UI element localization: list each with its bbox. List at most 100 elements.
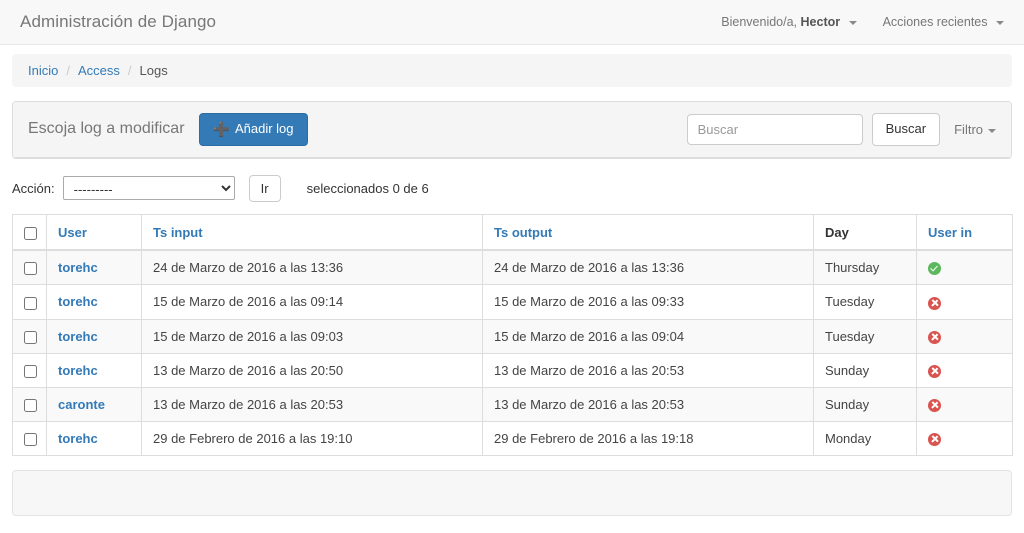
site-brand[interactable]: Administración de Django xyxy=(20,12,216,32)
action-bar: Acción: --------- Ir seleccionados 0 de … xyxy=(0,159,1024,214)
top-navbar: Administración de Django Bienvenido/a, H… xyxy=(0,0,1024,45)
breadcrumb: Inicio / Access / Logs xyxy=(12,54,1012,87)
cell-ts-output: 15 de Marzo de 2016 a las 09:04 xyxy=(482,319,814,354)
search-group: Buscar Filtro xyxy=(686,113,996,146)
cell-day: Thursday xyxy=(813,250,917,286)
cell-ts-input: 13 de Marzo de 2016 a las 20:53 xyxy=(141,387,483,422)
user-link[interactable]: torehc xyxy=(58,260,98,275)
cell-ts-input: 15 de Marzo de 2016 a las 09:14 xyxy=(141,284,483,320)
user-link[interactable]: torehc xyxy=(58,329,98,344)
chevron-down-icon xyxy=(996,20,1004,25)
navbar-right-group: Bienvenido/a, Hector Acciones recientes xyxy=(721,15,1004,29)
page-title: Escoja log a modificar xyxy=(28,120,185,138)
row-select-cell xyxy=(12,250,47,286)
cell-ts-input: 15 de Marzo de 2016 a las 09:03 xyxy=(141,319,483,354)
footer-panel xyxy=(12,469,1012,516)
breadcrumb-separator: / xyxy=(127,63,132,78)
chevron-down-icon xyxy=(988,128,996,133)
select-all-checkbox[interactable] xyxy=(24,226,37,240)
row-select-checkbox[interactable] xyxy=(24,262,37,276)
user-link[interactable]: torehc xyxy=(58,363,98,378)
table-row: torehc 29 de Febrero de 2016 a las 19:10 2… xyxy=(12,421,1013,456)
cell-day: Sunday xyxy=(813,353,917,388)
row-select-cell xyxy=(12,284,47,320)
cell-user-in xyxy=(916,353,1013,388)
cell-day: Monday xyxy=(813,421,917,456)
user-link[interactable]: caronte xyxy=(58,397,105,412)
cross-circle-icon xyxy=(928,296,941,310)
cell-ts-input: 29 de Febrero de 2016 a las 19:10 xyxy=(141,421,483,456)
table-row: caronte 13 de Marzo de 2016 a las 20:53 13… xyxy=(12,387,1013,422)
filter-dropdown[interactable]: Filtro xyxy=(949,122,996,137)
cross-circle-icon xyxy=(928,432,941,446)
cell-ts-input: 13 de Marzo de 2016 a las 20:50 xyxy=(141,353,483,388)
logs-table: User Ts input Ts output Day User in tore… xyxy=(12,213,1013,456)
breadcrumb-home[interactable]: Inicio xyxy=(28,63,58,78)
breadcrumb-separator: / xyxy=(66,63,70,78)
breadcrumb-wrapper: Inicio / Access / Logs xyxy=(0,45,1024,87)
cell-user: torehc xyxy=(46,421,142,456)
column-header-user-in[interactable]: User in xyxy=(916,214,1013,252)
selection-counter: seleccionados 0 de 6 xyxy=(306,180,429,196)
filter-label: Filtro xyxy=(954,121,983,137)
row-select-cell xyxy=(12,421,47,456)
row-select-cell xyxy=(12,387,47,422)
table-row: torehc 24 de Marzo de 2016 a las 13:36 24 … xyxy=(12,250,1013,286)
welcome-text: Bienvenido/a, xyxy=(721,15,798,29)
changelist-panel: Escoja log a modificar ➕ Añadir log Busca… xyxy=(12,101,1012,159)
cell-day: Tuesday xyxy=(813,284,917,320)
cross-circle-icon xyxy=(928,364,941,378)
user-link[interactable]: torehc xyxy=(58,294,98,309)
cell-user: torehc xyxy=(46,353,142,388)
row-select-cell xyxy=(12,353,47,388)
user-link[interactable]: torehc xyxy=(58,431,98,446)
action-select[interactable]: --------- xyxy=(62,176,235,201)
cell-ts-output: 13 de Marzo de 2016 a las 20:53 xyxy=(482,387,814,422)
column-header-ts-output[interactable]: Ts output xyxy=(482,214,814,252)
cell-ts-output: 13 de Marzo de 2016 a las 20:53 xyxy=(482,353,814,388)
search-submit-button[interactable]: Buscar xyxy=(871,113,941,146)
add-log-button[interactable]: ➕ Añadir log xyxy=(198,113,308,146)
column-header-ts-input[interactable]: Ts input xyxy=(141,214,483,252)
cell-ts-output: 29 de Febrero de 2016 a las 19:18 xyxy=(482,421,814,456)
table-row: torehc 13 de Marzo de 2016 a las 20:50 13 … xyxy=(12,353,1013,388)
table-head: User Ts input Ts output Day User in xyxy=(12,214,1013,252)
cell-day: Sunday xyxy=(813,387,917,422)
select-all-header xyxy=(12,214,47,252)
action-go-button[interactable]: Ir xyxy=(248,174,281,202)
check-circle-icon xyxy=(928,262,941,276)
recent-actions-label: Acciones recientes xyxy=(882,15,988,29)
breadcrumb-current: Logs xyxy=(139,63,168,78)
row-select-checkbox[interactable] xyxy=(24,432,37,446)
row-select-checkbox[interactable] xyxy=(24,330,37,344)
table-header-row: User Ts input Ts output Day User in xyxy=(12,214,1013,252)
row-select-checkbox[interactable] xyxy=(24,364,37,378)
cell-user: torehc xyxy=(46,319,142,354)
table-row: torehc 15 de Marzo de 2016 a las 09:14 15 … xyxy=(12,284,1013,320)
add-log-label: Añadir log xyxy=(234,121,294,136)
row-select-checkbox[interactable] xyxy=(24,398,37,412)
breadcrumb-app[interactable]: Access xyxy=(78,63,120,78)
table-body: torehc 24 de Marzo de 2016 a las 13:36 24 … xyxy=(12,250,1013,456)
cell-ts-input: 24 de Marzo de 2016 a las 13:36 xyxy=(141,250,483,286)
cell-user-in xyxy=(916,319,1013,354)
cross-circle-icon xyxy=(928,330,941,344)
row-select-cell xyxy=(12,319,47,354)
cell-user: caronte xyxy=(46,387,142,422)
username-label: Hector xyxy=(800,15,841,29)
chevron-down-icon xyxy=(848,20,857,25)
results-table-wrapper: User Ts input Ts output Day User in tore… xyxy=(12,213,1013,456)
panel-heading: Escoja log a modificar ➕ Añadir log Busca… xyxy=(13,102,1011,158)
cell-user-in xyxy=(916,284,1013,320)
cell-user-in xyxy=(916,387,1013,422)
cross-circle-icon xyxy=(928,398,941,412)
user-menu[interactable]: Bienvenido/a, Hector xyxy=(721,15,857,29)
cell-user: torehc xyxy=(46,284,142,320)
column-header-day: Day xyxy=(813,214,917,252)
row-select-checkbox[interactable] xyxy=(24,296,37,310)
search-input[interactable] xyxy=(686,113,863,145)
action-label: Acción: xyxy=(12,180,55,196)
plus-icon: ➕ xyxy=(212,121,230,137)
recent-actions-menu[interactable]: Acciones recientes xyxy=(883,15,1004,29)
column-header-user[interactable]: User xyxy=(46,214,142,252)
